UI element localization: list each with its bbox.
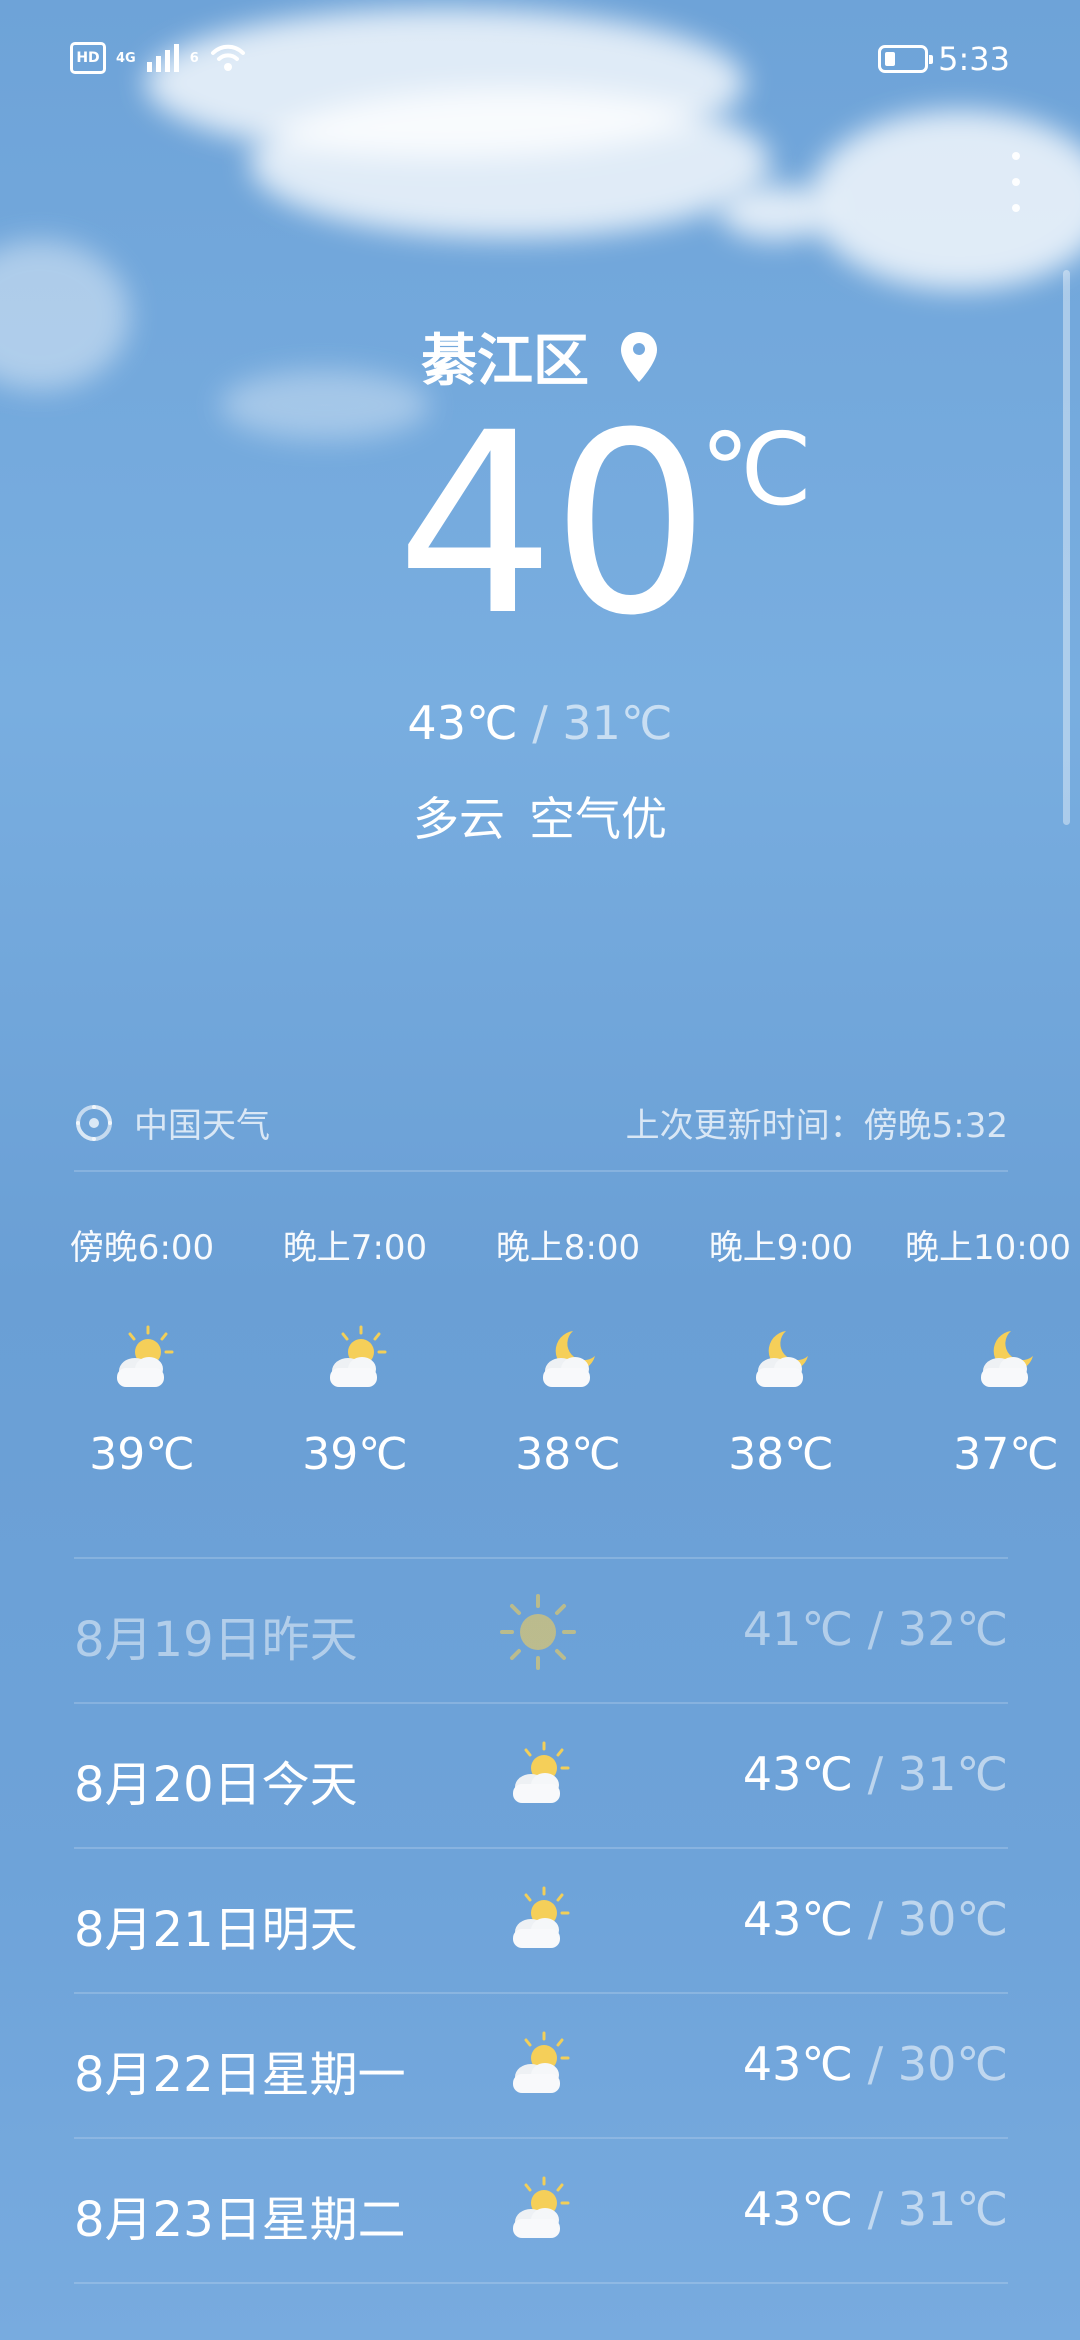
status-bar: HD 4G 6 5:33 — [0, 0, 1080, 124]
day-low: 31℃ — [897, 2182, 1008, 2236]
partly-cloudy-day-icon — [513, 2031, 570, 2093]
hour-temperature: 37℃ — [953, 1429, 1059, 1480]
hourly-item: 晚上10:00 37℃ — [886, 1220, 1080, 1480]
day-low: 30℃ — [897, 1892, 1008, 1946]
hourly-item: 晚上9:00 38℃ — [661, 1220, 901, 1480]
hour-time: 晚上10:00 — [905, 1228, 1071, 1268]
daily-forecast-row-tomorrow[interactable]: 8月21日明天 43℃ / 30℃ — [74, 1848, 1008, 1993]
daily-forecast-row-tuesday[interactable]: 8月23日星期二 43℃ / 31℃ — [74, 2138, 1008, 2283]
hourly-item: 傍晚6:00 39℃ — [22, 1220, 262, 1480]
day-temp-separator: / — [853, 1602, 898, 1656]
status-indicators: HD 4G 6 — [70, 42, 247, 74]
partly-cloudy-day-icon — [513, 1741, 570, 1803]
day-label: 8月20日今天 — [74, 1757, 358, 1813]
hourly-item: 晚上8:00 38℃ — [448, 1220, 688, 1480]
day-label: 8月19日昨天 — [74, 1612, 358, 1668]
day-temperature: 43℃ / 30℃ — [743, 2037, 1008, 2091]
hourly-item: 晚上7:00 39℃ — [235, 1220, 475, 1480]
more-options-icon[interactable] — [1004, 152, 1028, 222]
divider — [74, 2282, 1008, 2284]
day-label: 8月21日明天 — [74, 1902, 358, 1958]
daily-forecast-row-today[interactable]: 8月20日今天 43℃ / 31℃ — [74, 1703, 1008, 1848]
current-condition-row: 多云 空气优 — [0, 783, 1080, 849]
current-low: 31℃ — [562, 696, 673, 750]
partly-cloudy-night-icon — [543, 1331, 595, 1387]
hour-temperature: 38℃ — [515, 1429, 621, 1480]
current-high: 43℃ — [407, 696, 518, 750]
hour-temperature: 39℃ — [89, 1429, 195, 1480]
weather-screen: HD 4G 6 5:33 綦江区 40 ℃ 43℃ / 31℃ 多云 空气优 中… — [0, 0, 1080, 2340]
china-weather-logo-icon — [76, 1104, 112, 1141]
day-low: 30℃ — [897, 2037, 1008, 2091]
air-quality[interactable]: 空气优 — [529, 792, 667, 846]
day-high: 43℃ — [742, 2037, 854, 2091]
hour-time: 晚上9:00 — [708, 1228, 854, 1268]
location-pin-icon — [621, 331, 657, 382]
day-low: 31℃ — [897, 1747, 1008, 1801]
day-label: 8月22日星期一 — [74, 2047, 406, 2103]
signal-strength-icon — [146, 44, 179, 72]
partly-cloudy-night-icon — [981, 1331, 1033, 1387]
status-right: 5:33 — [878, 40, 1010, 78]
hd-badge: HD — [70, 42, 106, 74]
day-temperature: 43℃ / 31℃ — [743, 2182, 1008, 2236]
status-time: 5:33 — [938, 40, 1010, 78]
divider — [74, 1170, 1008, 1172]
day-high: 43℃ — [742, 1892, 854, 1946]
sunny-icon — [500, 1594, 576, 1670]
partly-cloudy-day-icon — [117, 1325, 174, 1387]
hourly-forecast[interactable]: 傍晚6:00 39℃ 晚上7:00 39℃ 晚上8:00 38℃ 晚上9:00 … — [0, 1220, 1080, 1520]
day-temp-separator: / — [853, 2182, 898, 2236]
day-high: 43℃ — [742, 1747, 854, 1801]
wifi-standard-label: 6 — [189, 50, 199, 66]
day-temperature: 43℃ / 31℃ — [743, 1747, 1008, 1801]
battery-level-fill — [885, 52, 896, 66]
battery-tip — [929, 55, 934, 64]
day-temp-separator: / — [853, 1747, 898, 1801]
network-type-label: 4G — [116, 50, 136, 66]
battery-icon — [878, 45, 934, 73]
hour-temperature: 38℃ — [728, 1429, 834, 1480]
source-name: 中国天气 — [134, 1106, 270, 1146]
day-temp-separator: / — [853, 2037, 898, 2091]
day-temp-separator: / — [853, 1892, 898, 1946]
partly-cloudy-night-icon — [756, 1331, 808, 1387]
wifi-icon — [210, 44, 245, 71]
daily-forecast-row-monday[interactable]: 8月22日星期一 43℃ / 30℃ — [74, 1993, 1008, 2138]
partly-cloudy-day-icon — [513, 1886, 570, 1948]
daily-forecast-row-yesterday[interactable]: 8月19日昨天 41℃ / 32℃ — [74, 1558, 1008, 1703]
partly-cloudy-day-icon — [513, 2176, 570, 2238]
source-row: 中国天气 上次更新时间：傍晚5:32 — [74, 1098, 1008, 1147]
high-low-separator: / — [517, 696, 563, 750]
hour-time: 晚上7:00 — [282, 1228, 428, 1268]
partly-cloudy-day-icon — [330, 1325, 387, 1387]
last-updated-time: 上次更新时间：傍晚5:32 — [625, 1106, 1008, 1146]
hour-time: 晚上8:00 — [495, 1228, 641, 1268]
current-high-low: 43℃ / 31℃ — [0, 696, 1080, 750]
weather-source[interactable]: 中国天气 — [74, 1098, 270, 1147]
day-label: 8月23日星期二 — [74, 2192, 406, 2248]
background-cloud — [810, 110, 1080, 290]
hour-time: 傍晚6:00 — [69, 1228, 215, 1268]
day-temperature: 43℃ / 30℃ — [743, 1892, 1008, 1946]
hour-temperature: 39℃ — [302, 1429, 408, 1480]
temperature-unit: ℃ — [700, 411, 813, 528]
current-temperature: 40 — [396, 379, 710, 670]
day-high: 43℃ — [742, 2182, 854, 2236]
weather-condition: 多云 — [413, 792, 505, 846]
day-high: 41℃ — [742, 1602, 854, 1656]
day-temperature: 41℃ / 32℃ — [743, 1602, 1008, 1656]
day-low: 32℃ — [897, 1602, 1008, 1656]
